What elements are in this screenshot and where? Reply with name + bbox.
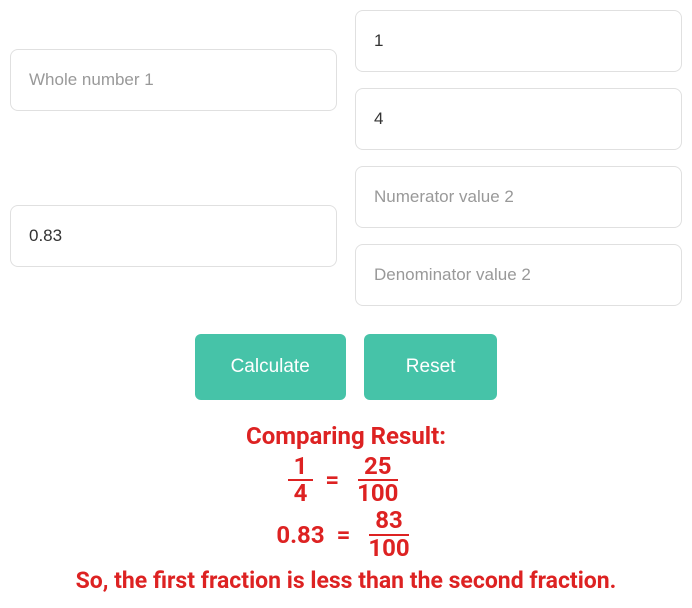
equation-1: 1 4 = 25 100 bbox=[10, 454, 682, 506]
reset-button[interactable]: Reset bbox=[364, 334, 498, 400]
fraction-numerator: 1 bbox=[288, 454, 314, 481]
fraction-2-right: 83 100 bbox=[362, 508, 415, 560]
fraction-denominator: 4 bbox=[288, 481, 314, 506]
fraction-1-left: 1 4 bbox=[288, 454, 314, 506]
result-conclusion: So, the first fraction is less than the … bbox=[10, 567, 682, 594]
fraction-denominator: 100 bbox=[351, 481, 404, 506]
whole-number-2-input[interactable] bbox=[10, 205, 337, 267]
inputs-grid bbox=[10, 10, 682, 306]
whole-number-1-input[interactable] bbox=[10, 49, 337, 111]
fraction-1-right: 25 100 bbox=[351, 454, 404, 506]
fraction-numerator: 25 bbox=[358, 454, 398, 481]
equals-sign: = bbox=[335, 521, 353, 549]
equation-2: 0.83 = 83 100 bbox=[10, 508, 682, 560]
fraction-numerator: 83 bbox=[369, 508, 409, 535]
equals-sign: = bbox=[323, 466, 341, 494]
result-title: Comparing Result: bbox=[10, 422, 682, 450]
calculate-button[interactable]: Calculate bbox=[195, 334, 346, 400]
result-section: Comparing Result: 1 4 = 25 100 0.83 = 83… bbox=[10, 422, 682, 594]
denominator-2-input[interactable] bbox=[355, 244, 682, 306]
numerator-2-input[interactable] bbox=[355, 166, 682, 228]
fraction-denominator: 100 bbox=[362, 536, 415, 561]
numerator-1-input[interactable] bbox=[355, 10, 682, 72]
decimal-value: 0.83 bbox=[276, 521, 324, 549]
denominator-1-input[interactable] bbox=[355, 88, 682, 150]
button-row: Calculate Reset bbox=[10, 334, 682, 400]
